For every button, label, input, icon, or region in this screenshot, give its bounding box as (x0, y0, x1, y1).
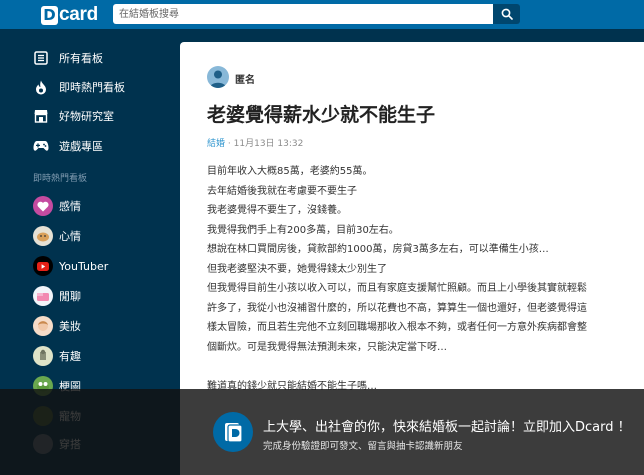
sidebar-forum-makeup[interactable]: 美妝 (33, 316, 81, 336)
post-meta: 結婚 · 11月13日 13:32 (207, 136, 303, 149)
hot-forums-section-title: 即時熱門看板 (33, 174, 88, 184)
author-name: 匿名 (235, 75, 255, 86)
forum-label: 美妝 (59, 320, 81, 333)
dcard-logo[interactable]: D card (41, 4, 98, 26)
post-line-blank (207, 357, 627, 377)
meta-separator: · (227, 139, 231, 149)
forum-avatar (33, 256, 53, 276)
logo-mark: D (41, 5, 58, 25)
forum-label: 感情 (59, 200, 81, 213)
sidebar-item-label: 遊戲專區 (59, 140, 103, 153)
forum-label: 閒聊 (59, 290, 81, 303)
sidebar-item-goods-lab[interactable]: 好物研究室 (33, 106, 114, 126)
post-line: 個斷炊。可是我覺得無法預測未來，只能決定當下呀… (207, 341, 447, 353)
anonymous-avatar-icon (207, 66, 229, 88)
post-line: 我覺得我們手上有200多萬，目前30左右。 (207, 224, 399, 236)
sidebar-forum-chat[interactable]: 閒聊 (33, 286, 81, 306)
forum-label: 有趣 (59, 350, 81, 363)
post-line: 想說在林口買間房後，貸款部約1000萬，房貸3萬多左右，可以準備生小孩… (207, 244, 549, 255)
search-button[interactable] (493, 4, 520, 24)
dcard-card-icon (213, 412, 253, 452)
grid-list-icon (33, 50, 49, 66)
shop-icon (33, 108, 49, 124)
forum-avatar (33, 346, 53, 366)
banner-title: 上大學、出社會的你，快來結婚板一起討論！立即加入Dcard ！ (263, 420, 631, 435)
post-date: 11月13日 13:32 (233, 139, 304, 149)
forum-link[interactable]: 結婚 (207, 139, 225, 149)
forum-label: 心情 (59, 230, 81, 243)
post-line: 去年結婚後我就在考慮要不要生子 (207, 185, 357, 197)
forum-avatar (33, 196, 53, 216)
sidebar-forum-funny[interactable]: 有趣 (33, 346, 81, 366)
search-icon (501, 8, 513, 20)
logo-text: card (59, 4, 98, 25)
post-title: 老婆覺得薪水少就不能生子 (207, 104, 436, 126)
forum-avatar (33, 226, 53, 246)
post-line: 但我老婆堅決不要，她覺得錢太少別生了 (207, 263, 387, 275)
sidebar-forum-youtuber[interactable]: YouTuber (33, 256, 108, 276)
post-body: 目前年收入大概85萬，老婆約55萬。 去年結婚後我就在考慮要不要生子 我老婆覺得… (207, 162, 627, 396)
forum-avatar (33, 316, 53, 336)
forum-avatar (33, 286, 53, 306)
sidebar-item-all-forums[interactable]: 所有看板 (33, 48, 103, 68)
post-line: 但我覺得目前生小孩以收入可以，而且有家庭支援幫忙照顧。而且上小學後其實就輕鬆 (207, 283, 587, 294)
sidebar-item-label: 所有看板 (59, 52, 103, 65)
post-line: 許多了，我從小也沒補習什麼的，所以花費也不高，算算生一個也還好，但老婆覺得這 (207, 302, 587, 314)
top-header: D card (0, 0, 644, 29)
banner-subtitle: 完成身份驗證即可發文、留言與抽卡認識新朋友 (263, 441, 463, 452)
sidebar-item-hot-forums[interactable]: 即時熱門看板 (33, 77, 125, 97)
forum-label: YouTuber (59, 259, 109, 273)
search-input[interactable] (113, 4, 493, 24)
gamepad-icon (33, 138, 49, 154)
sidebar-item-label: 即時熱門看板 (59, 81, 125, 94)
sidebar-item-label: 好物研究室 (59, 110, 114, 123)
post-line: 樣太冒險，而且若生完他不立刻回職場那收入根本不夠，或者任何一方意外疾病都會整 (207, 322, 587, 333)
post-line: 我老婆覺得不要生了，沒錢養。 (207, 205, 347, 216)
post-line: 目前年收入大概85萬，老婆約55萬。 (207, 166, 373, 177)
flame-icon (33, 79, 49, 95)
sidebar-item-games[interactable]: 遊戲專區 (33, 136, 103, 156)
sidebar-forum-relationship[interactable]: 感情 (33, 196, 81, 216)
join-banner[interactable]: 上大學、出社會的你，快來結婚板一起討論！立即加入Dcard ！ 完成身份驗證即可… (0, 389, 644, 475)
sidebar-forum-mood[interactable]: 心情 (33, 226, 81, 246)
